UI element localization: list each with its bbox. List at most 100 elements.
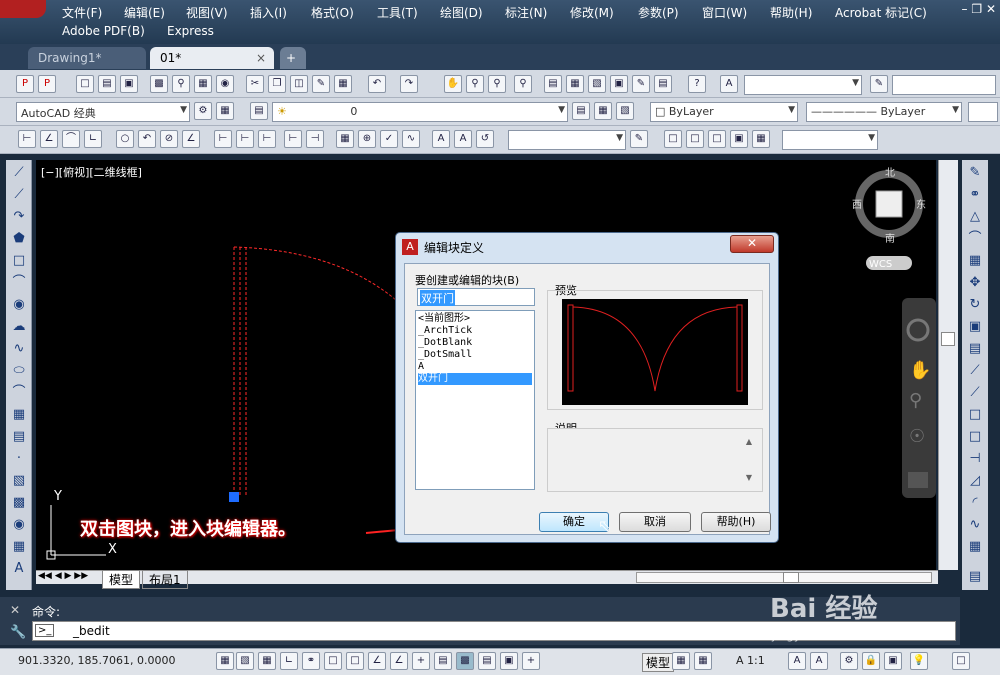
list-item[interactable]: A [418, 361, 532, 373]
tolerance-icon[interactable]: ▦ [336, 130, 354, 148]
move-icon[interactable]: ✥ [966, 274, 984, 292]
menu-parametric[interactable]: 参数(P) [638, 4, 679, 21]
rectangle-icon[interactable]: □ [10, 252, 28, 270]
annotation-visibility-icon[interactable]: A [788, 652, 806, 670]
publish-icon[interactable]: ▦ [194, 75, 212, 93]
region-icon[interactable]: ◉ [10, 516, 28, 534]
object-snap-tracking-icon[interactable]: ∠ [368, 652, 386, 670]
scroll-up-icon[interactable]: ▲ [746, 437, 752, 446]
break-at-point-icon[interactable]: □ [966, 406, 984, 424]
list-item[interactable]: <当前图形> [418, 313, 532, 325]
center-mark-icon[interactable]: ⊕ [358, 130, 376, 148]
list-item[interactable]: _DotBlank [418, 337, 532, 349]
text-style-icon[interactable]: A [720, 75, 738, 93]
trim-icon[interactable]: ⟋ [966, 362, 984, 380]
cut-icon[interactable]: ✂ [246, 75, 264, 93]
pan-nav-icon[interactable]: ✋ [909, 359, 931, 381]
copy-object-icon[interactable]: ⚭ [966, 186, 984, 204]
join-icon[interactable]: ⊣ [966, 450, 984, 468]
lineweight-icon[interactable]: ▤ [434, 652, 452, 670]
undo-icon[interactable]: ↶ [368, 75, 386, 93]
jogged-dim-icon[interactable]: ↶ [138, 130, 156, 148]
print-icon[interactable]: ▩ [150, 75, 168, 93]
redo-icon[interactable]: ↷ [400, 75, 418, 93]
copy-icon[interactable]: ❐ [268, 75, 286, 93]
zoom-nav-icon[interactable]: ⚲ [909, 390, 922, 411]
infer-constraints-icon[interactable]: ▦ [216, 652, 234, 670]
dim-update-icon[interactable]: ↺ [476, 130, 494, 148]
isolate-objects-icon[interactable]: 💡 [910, 652, 928, 670]
new-icon[interactable]: □ [76, 75, 94, 93]
menu-tools[interactable]: 工具(T) [377, 4, 418, 21]
dim-space-icon[interactable]: ⊢ [284, 130, 302, 148]
auto-scale-icon[interactable]: A [810, 652, 828, 670]
snap-mode-icon[interactable]: ▧ [236, 652, 254, 670]
zoom-realtime-icon[interactable]: ⚲ [466, 75, 484, 93]
insert-block-icon[interactable]: ▦ [10, 406, 28, 424]
toolbar-lock-icon[interactable]: ▤ [966, 568, 984, 586]
close-icon[interactable]: ✕ [986, 2, 996, 16]
quick-dim-icon[interactable]: ⊢ [214, 130, 232, 148]
pdf-settings-icon[interactable]: P [38, 75, 56, 93]
menu-window[interactable]: 窗口(W) [702, 4, 747, 21]
quick-view-layouts-icon[interactable]: ▦ [672, 652, 690, 670]
quick-view-drawings-icon[interactable]: ▦ [694, 652, 712, 670]
inspect-icon[interactable]: ✓ [380, 130, 398, 148]
selection-cycling-icon[interactable]: ▣ [500, 652, 518, 670]
continue-dim-icon[interactable]: ⊢ [258, 130, 276, 148]
layer-manager-icon[interactable]: ▤ [250, 102, 268, 120]
ortho-icon[interactable]: ∟ [280, 652, 298, 670]
rotate-icon[interactable]: ↻ [966, 296, 984, 314]
line-icon[interactable]: ⟋ [10, 164, 28, 182]
orbit-nav-icon[interactable]: ☉ [909, 426, 925, 447]
dim-style-control[interactable]: ▼ [508, 130, 626, 150]
color-combo[interactable]: □ ByLayer ▼ [650, 102, 798, 122]
menu-express[interactable]: Express [167, 24, 214, 38]
help-icon[interactable]: ? [688, 75, 706, 93]
revision-cloud-icon[interactable]: ☁ [10, 318, 28, 336]
horizontal-scroll-thumb[interactable] [783, 572, 799, 583]
door-arc[interactable] [233, 246, 397, 301]
radius-dim-icon[interactable]: ○ [116, 130, 134, 148]
dynamic-ucs-icon[interactable]: ∠ [390, 652, 408, 670]
clip-viewport-icon[interactable]: ▦ [752, 130, 770, 148]
customize-icon[interactable]: 🔧 [10, 625, 26, 640]
layer-state-icon[interactable]: ▧ [616, 102, 634, 120]
zoom-window-icon[interactable]: ⚲ [488, 75, 506, 93]
gradient-icon[interactable]: ▩ [10, 494, 28, 512]
showmotion-icon[interactable] [908, 472, 928, 488]
table-icon[interactable]: ▦ [10, 538, 28, 556]
preview-icon[interactable]: ⚲ [172, 75, 190, 93]
list-item[interactable]: _ArchTick [418, 325, 532, 337]
block-editor-icon[interactable]: ▦ [334, 75, 352, 93]
pdf-icon[interactable]: P [16, 75, 34, 93]
ordinate-dim-icon[interactable]: ∟ [84, 130, 102, 148]
polyline-icon[interactable]: ↷ [10, 208, 28, 226]
tab-01[interactable]: 01* × [150, 47, 274, 69]
coordinates-readout[interactable]: 901.3320, 185.7061, 0.0000 [18, 654, 175, 667]
polygonal-viewport-icon[interactable]: □ [708, 130, 726, 148]
diameter-dim-icon[interactable]: ⊘ [160, 130, 178, 148]
array-icon[interactable]: ▦ [966, 252, 984, 270]
block-list[interactable]: <当前图形> _ArchTick _DotBlank _DotSmall A 双… [415, 310, 535, 490]
calculator-icon[interactable]: ▤ [654, 75, 672, 93]
menu-edit[interactable]: 编辑(E) [124, 4, 165, 21]
workspace-settings-icon[interactable]: ⚙ [194, 102, 212, 120]
tab-model[interactable]: 模型 [102, 570, 141, 589]
paste-icon[interactable]: ◫ [290, 75, 308, 93]
menu-draw[interactable]: 绘图(D) [440, 4, 483, 21]
object-snap-icon[interactable]: □ [324, 652, 342, 670]
block-name-input[interactable]: 双开门 [417, 288, 535, 306]
dim-edit-icon[interactable]: A [432, 130, 450, 148]
menu-adobe-pdf[interactable]: Adobe PDF(B) [62, 24, 145, 38]
save-icon[interactable]: ▣ [120, 75, 138, 93]
blend-icon[interactable]: ∿ [966, 516, 984, 534]
restore-icon[interactable]: ❐ [971, 2, 982, 16]
point-icon[interactable]: · [10, 450, 28, 468]
properties-icon[interactable]: ▤ [544, 75, 562, 93]
autocad-logo-icon[interactable] [0, 0, 46, 18]
layer-previous-icon[interactable]: ▦ [594, 102, 612, 120]
linetype-combo[interactable]: —————— ByLayer ▼ [806, 102, 962, 122]
3d-osnap-icon[interactable]: □ [346, 652, 364, 670]
vertical-scrollbar[interactable] [938, 160, 958, 570]
